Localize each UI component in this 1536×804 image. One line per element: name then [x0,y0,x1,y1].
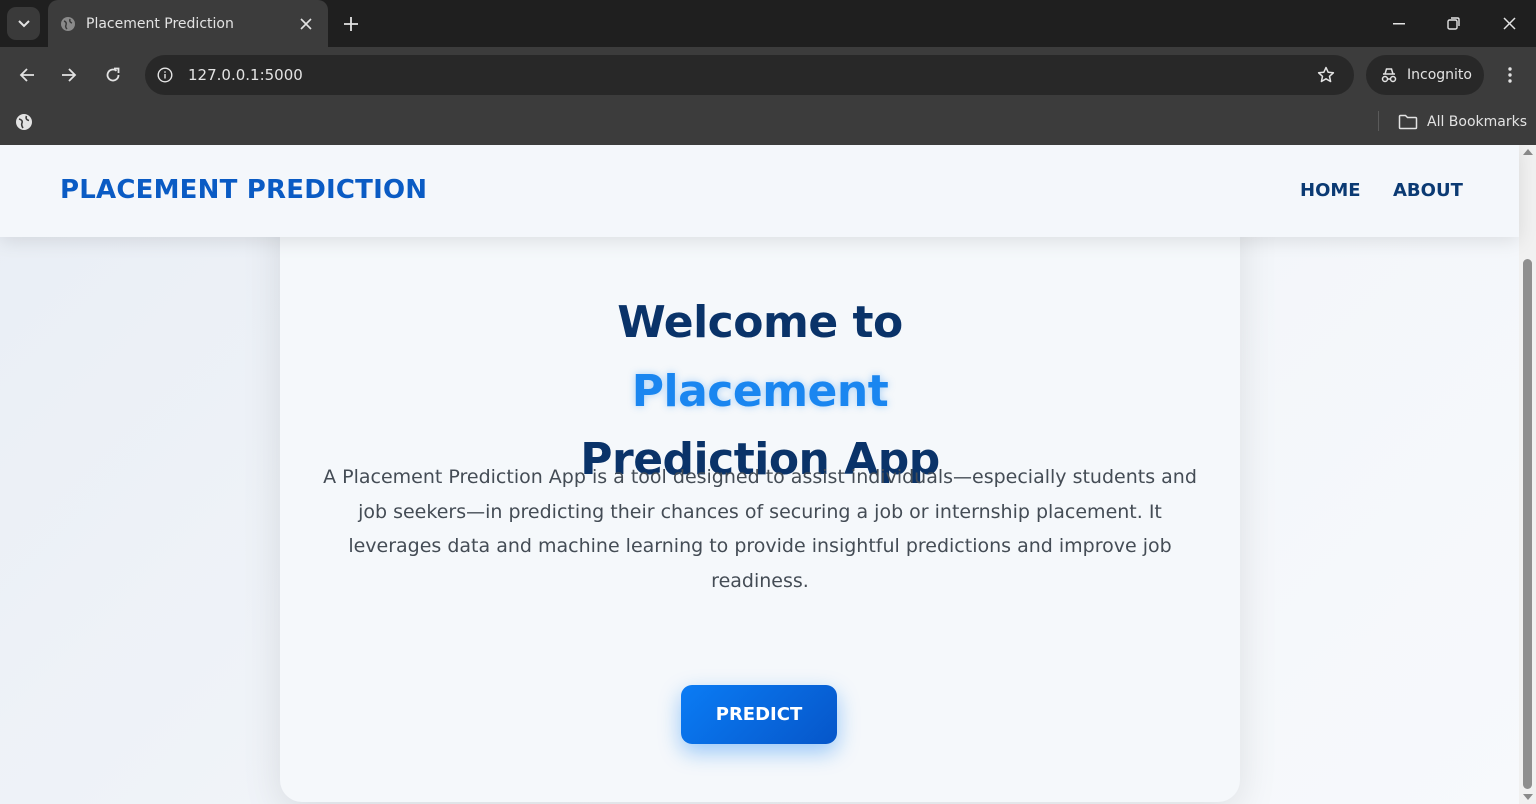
hero-description: A Placement Prediction App is a tool des… [323,466,1197,592]
nav-about-link[interactable]: ABOUT [1393,180,1463,201]
hero-title-line1: Welcome to [617,297,903,348]
browser-toolbar: 127.0.0.1:5000 Incognito [0,47,1536,103]
forward-icon[interactable] [53,59,85,91]
site-brand[interactable]: PLACEMENT PREDICTION [60,175,427,205]
page-scrollbar[interactable] [1519,145,1536,804]
nav-home-link[interactable]: HOME [1300,180,1361,201]
url-text[interactable]: 127.0.0.1:5000 [188,66,1310,84]
tab-title: Placement Prediction [86,15,234,32]
more-vert-icon[interactable] [1496,59,1524,91]
minimize-icon[interactable] [1372,0,1426,47]
back-icon[interactable] [11,59,43,91]
incognito-indicator[interactable]: Incognito [1366,55,1484,95]
address-bar[interactable]: 127.0.0.1:5000 [145,55,1354,95]
all-bookmarks-button[interactable]: All Bookmarks [1398,107,1527,137]
globe-icon [60,16,76,32]
reload-icon[interactable] [97,59,129,91]
plus-icon[interactable] [338,11,364,37]
tab-list-icon [17,19,30,27]
active-tab[interactable]: Placement Prediction [48,0,328,47]
scrollbar-thumb[interactable] [1523,259,1532,789]
restore-icon[interactable] [1426,0,1480,47]
site-navbar: PLACEMENT PREDICTION HOME ABOUT [0,145,1519,237]
scroll-down-arrow[interactable] [1523,794,1533,800]
predict-button[interactable]: PREDICT [681,685,837,744]
all-bookmarks-label: All Bookmarks [1427,114,1528,130]
info-icon[interactable] [152,62,178,88]
folder-icon [1398,114,1418,130]
tab-strip: Placement Prediction [0,0,1536,47]
window-close-icon[interactable] [1482,0,1536,47]
close-icon[interactable] [296,14,316,34]
hero-title-accent: Placement [631,366,889,417]
star-icon[interactable] [1310,59,1342,91]
hero-card: Welcome to Placement Prediction App A Pl… [280,185,1240,802]
scroll-up-arrow[interactable] [1523,149,1533,155]
page-viewport: PLACEMENT PREDICTION HOME ABOUT Welcome … [0,145,1536,804]
incognito-icon [1381,68,1397,83]
bookmarks-bar: All Bookmarks [0,103,1536,145]
incognito-label: Incognito [1407,67,1472,83]
globe-icon[interactable] [13,111,35,133]
tab-search-button[interactable] [7,7,40,40]
bookmarks-divider [1378,111,1379,131]
